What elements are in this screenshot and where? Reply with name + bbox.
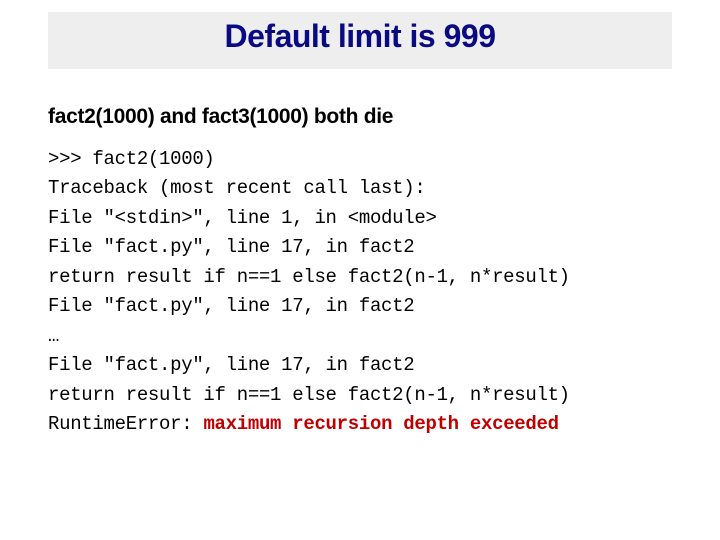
code-block: >>> fact2(1000) Traceback (most recent c… [48, 145, 672, 439]
title-box: Default limit is 999 [48, 12, 672, 69]
error-message: maximum recursion depth exceeded [203, 413, 558, 435]
code-line-2: Traceback (most recent call last): [48, 177, 425, 199]
slide-subtitle: fact2(1000) and fact3(1000) both die [48, 105, 672, 129]
slide-title: Default limit is 999 [58, 18, 662, 55]
code-line-3: File "<stdin>", line 1, in <module> [48, 207, 437, 229]
code-line-4: File "fact.py", line 17, in fact2 [48, 236, 414, 258]
code-line-7: … [48, 325, 59, 347]
code-line-10-prefix: RuntimeError: [48, 413, 203, 435]
code-line-8: File "fact.py", line 17, in fact2 [48, 354, 414, 376]
code-line-6: File "fact.py", line 17, in fact2 [48, 295, 414, 317]
code-line-1: >>> fact2(1000) [48, 148, 215, 170]
code-line-9: return result if n==1 else fact2(n-1, n*… [48, 384, 570, 406]
code-line-5: return result if n==1 else fact2(n-1, n*… [48, 266, 570, 288]
slide-container: Default limit is 999 fact2(1000) and fac… [0, 0, 720, 540]
